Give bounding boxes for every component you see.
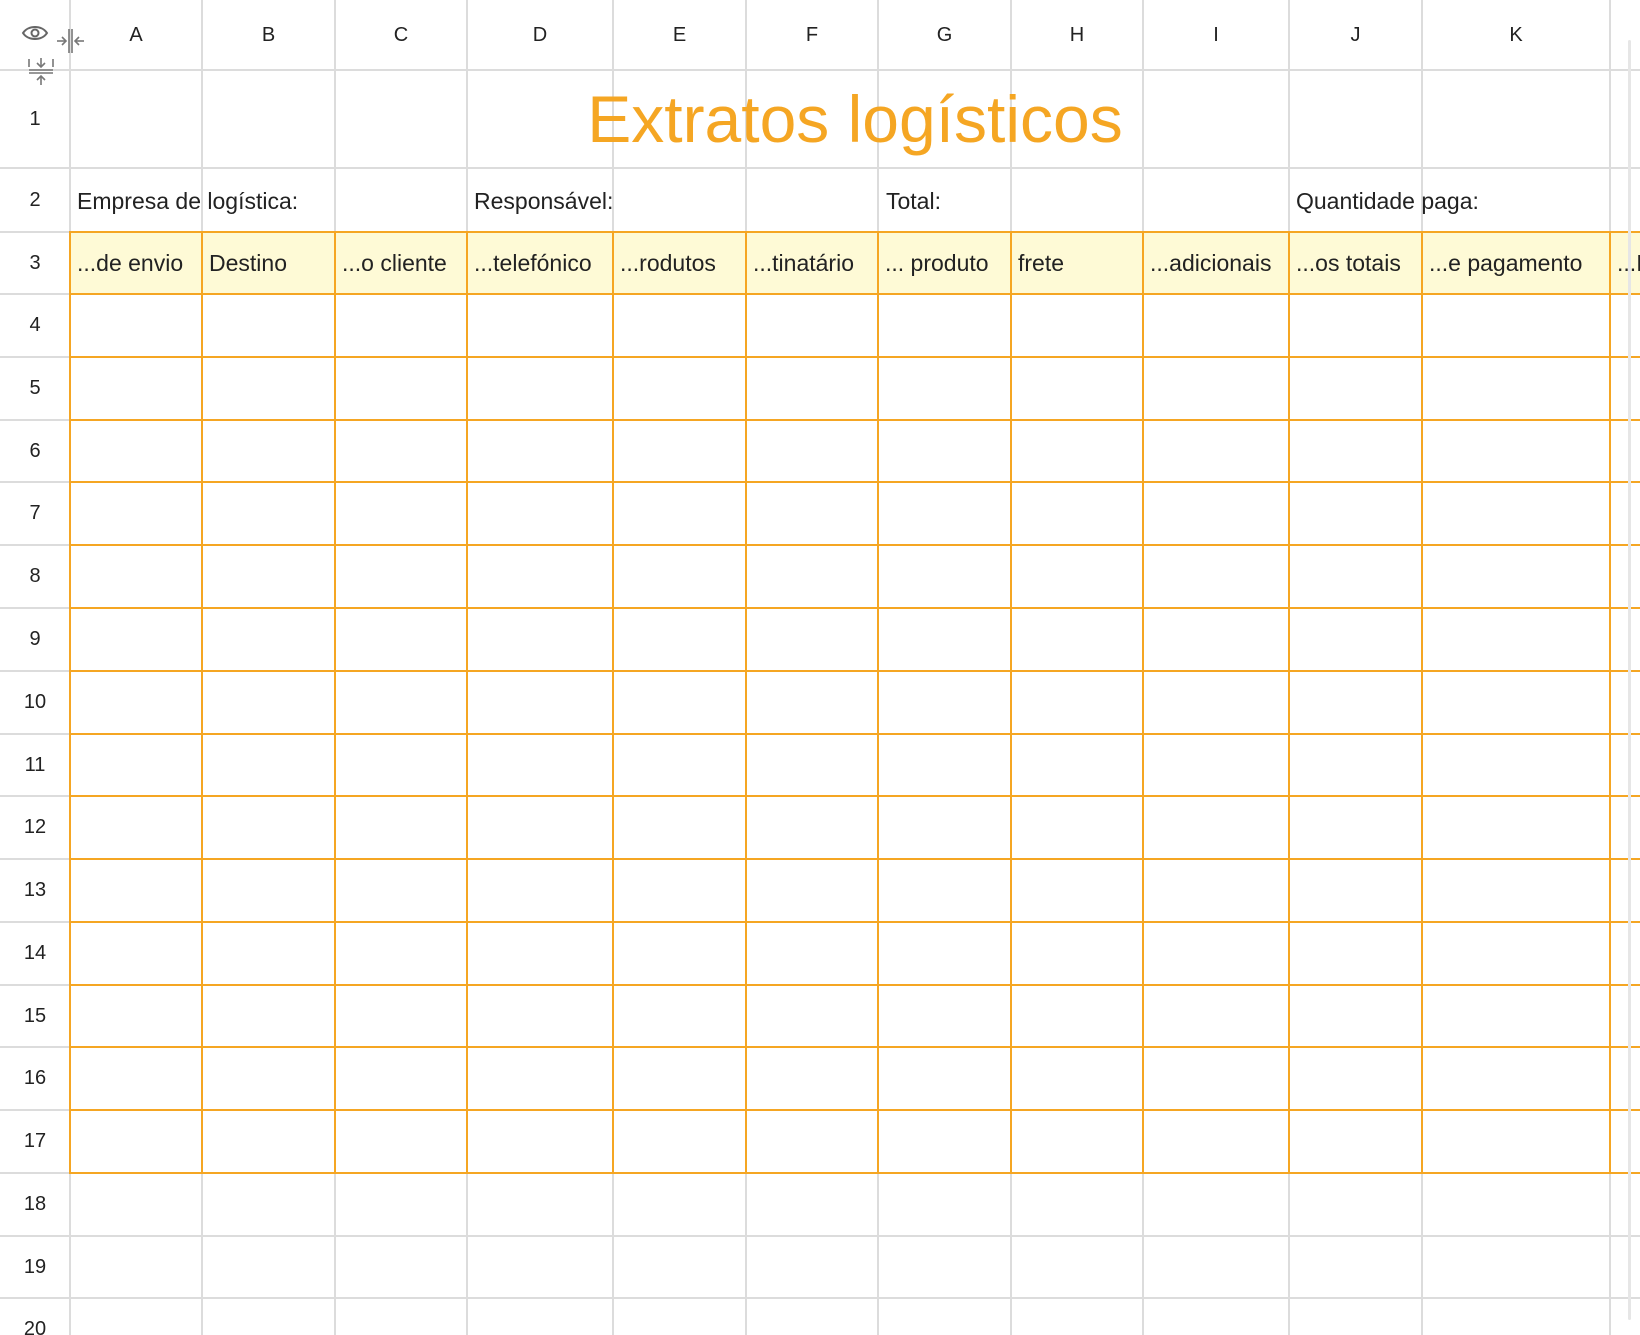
table-border-horizontal	[70, 607, 1640, 609]
row-header[interactable]: 12	[0, 796, 70, 859]
row-header[interactable]: 18	[0, 1173, 70, 1236]
row-header[interactable]: 5	[0, 357, 70, 420]
row-header[interactable]: 11	[0, 734, 70, 796]
column-header[interactable]: F	[746, 0, 878, 70]
column-header[interactable]: C	[335, 0, 467, 70]
table-header-cell[interactable]: ...telefónico	[467, 232, 613, 294]
table-border-horizontal	[70, 1172, 1640, 1174]
gridline-horizontal	[0, 1297, 1640, 1299]
table-border-horizontal	[70, 1046, 1640, 1048]
row-header[interactable]: 20	[0, 1298, 70, 1335]
column-header[interactable]: E	[613, 0, 746, 70]
table-border-vertical	[1609, 231, 1611, 1174]
row-header[interactable]: 7	[0, 482, 70, 545]
table-border-vertical	[201, 231, 203, 1174]
table-border-horizontal	[70, 481, 1640, 483]
table-header-cell[interactable]: ...rodutos	[613, 232, 746, 294]
table-header-cell[interactable]: ...I	[1610, 232, 1640, 294]
table-header-cell[interactable]: ...de envio	[70, 232, 202, 294]
row-header[interactable]: 13	[0, 859, 70, 922]
table-border-horizontal	[70, 1109, 1640, 1111]
collapse-columns-icon[interactable]	[54, 26, 86, 56]
table-header-cell[interactable]: ...tinatário	[746, 232, 878, 294]
table-border-horizontal	[70, 356, 1640, 358]
row-header[interactable]: 19	[0, 1236, 70, 1298]
collapse-rows-icon[interactable]	[26, 56, 56, 86]
table-border-vertical	[1288, 231, 1290, 1174]
table-border-vertical	[612, 231, 614, 1174]
gridline-horizontal	[0, 1235, 1640, 1237]
table-header-cell[interactable]: ...o cliente	[335, 232, 467, 294]
row-header[interactable]: 16	[0, 1047, 70, 1110]
table-border-horizontal	[70, 670, 1640, 672]
responsible-label[interactable]: Responsável:	[474, 170, 613, 232]
row-header[interactable]: 14	[0, 922, 70, 985]
sheet-title[interactable]: Extratos logísticos	[70, 70, 1640, 168]
table-border-vertical	[1421, 231, 1423, 1174]
table-header-cell[interactable]: ... produto	[878, 232, 1011, 294]
table-border-vertical	[745, 231, 747, 1174]
row-header[interactable]: 4	[0, 294, 70, 357]
company-label[interactable]: Empresa de logística:	[77, 170, 298, 232]
table-border-horizontal	[70, 733, 1640, 735]
row-header[interactable]: 8	[0, 545, 70, 608]
row-header[interactable]: 15	[0, 985, 70, 1047]
row-header[interactable]: 6	[0, 420, 70, 482]
row-header[interactable]: 2	[0, 168, 70, 232]
eye-icon[interactable]	[20, 22, 50, 44]
table-header-cell[interactable]: ...adicionais	[1143, 232, 1289, 294]
table-header-cell[interactable]: Destino	[202, 232, 335, 294]
table-header-cell[interactable]: frete	[1011, 232, 1143, 294]
spreadsheet: ABCDEFGHIJK 1 2 3 4 5 6 7 8 9 10 11 12 13 14 15 16 17 18 1…	[0, 0, 1640, 1335]
table-header-cell[interactable]: ...e pagamento	[1422, 232, 1610, 294]
row-header[interactable]: 9	[0, 608, 70, 671]
table-border-vertical	[334, 231, 336, 1174]
row-header[interactable]: 10	[0, 671, 70, 734]
table-border-horizontal	[70, 921, 1640, 923]
table-border-vertical	[466, 231, 468, 1174]
table-header-cell[interactable]: ...os totais	[1289, 232, 1422, 294]
table-border-vertical	[1142, 231, 1144, 1174]
row-header[interactable]: 3	[0, 232, 70, 294]
column-header[interactable]: A	[70, 0, 202, 70]
table-border-horizontal	[70, 544, 1640, 546]
column-header[interactable]: B	[202, 0, 335, 70]
table-border-vertical	[1010, 231, 1012, 1174]
column-header[interactable]: K	[1422, 0, 1610, 70]
column-header[interactable]: G	[878, 0, 1011, 70]
table-border-horizontal	[70, 984, 1640, 986]
column-header[interactable]: D	[467, 0, 613, 70]
table-border-horizontal	[70, 795, 1640, 797]
table-border-horizontal	[70, 858, 1640, 860]
table-border-horizontal	[70, 419, 1640, 421]
total-label[interactable]: Total:	[886, 170, 941, 232]
vertical-scrollbar[interactable]	[1628, 40, 1631, 1320]
column-header[interactable]: I	[1143, 0, 1289, 70]
column-header[interactable]: H	[1011, 0, 1143, 70]
row-header[interactable]: 17	[0, 1110, 70, 1173]
table-border-vertical	[877, 231, 879, 1174]
amount-paid-label[interactable]: Quantidade paga:	[1296, 170, 1479, 232]
column-header[interactable]: J	[1289, 0, 1422, 70]
